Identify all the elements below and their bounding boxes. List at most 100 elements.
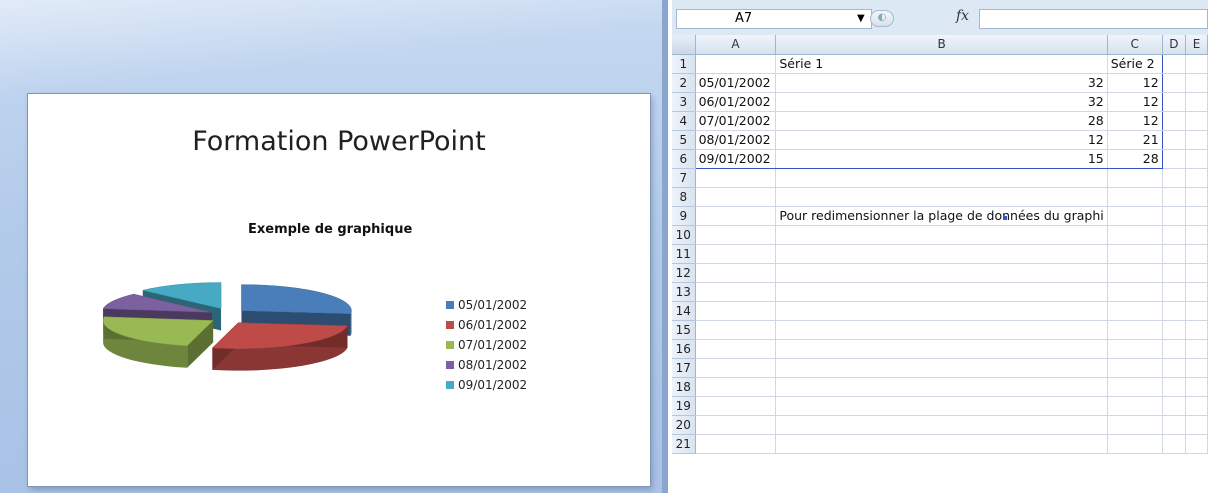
cell-e9[interactable] [1185,206,1208,226]
cell-e7[interactable] [1185,168,1208,188]
cell-e4[interactable] [1185,111,1208,131]
cell-e17[interactable] [1185,358,1208,378]
row-header[interactable]: 16 [672,339,696,359]
cell-e5[interactable] [1185,130,1208,150]
cell-b6[interactable]: 15 [775,149,1108,169]
cell-b4[interactable]: 28 [775,111,1108,131]
select-all-corner[interactable] [672,35,696,55]
row-header[interactable]: 20 [672,415,696,435]
cell-e13[interactable] [1185,282,1208,302]
name-box[interactable]: A7 ▼ [676,9,872,29]
cell-d19[interactable] [1162,396,1187,416]
legend-item[interactable]: 06/01/2002 [446,315,527,335]
column-header-e[interactable]: E [1185,35,1208,55]
cell-b16[interactable] [775,339,1108,359]
cell-b21[interactable] [775,434,1108,454]
cell-d4[interactable] [1162,111,1187,131]
cell-b1[interactable]: Série 1 [775,54,1108,74]
row-header[interactable]: 1 [672,54,696,74]
cell-d8[interactable] [1162,187,1187,207]
cell-b7[interactable] [775,168,1108,188]
cell-d2[interactable] [1162,73,1187,93]
cell-e19[interactable] [1185,396,1208,416]
cell-d12[interactable] [1162,263,1187,283]
cell-b9[interactable]: Pour redimensionner la plage de données … [775,206,1108,226]
cell-c21[interactable] [1107,434,1163,454]
cell-d15[interactable] [1162,320,1187,340]
cell-a5[interactable]: 08/01/2002 [694,130,777,150]
cell-e6[interactable] [1185,149,1208,169]
row-header[interactable]: 14 [672,301,696,321]
cell-c4[interactable]: 12 [1107,111,1163,131]
cell-b3[interactable]: 32 [775,92,1108,112]
cell-d16[interactable] [1162,339,1187,359]
cell-a2[interactable]: 05/01/2002 [694,73,777,93]
cell-b12[interactable] [775,263,1108,283]
row-header[interactable]: 10 [672,225,696,245]
cell-b18[interactable] [775,377,1108,397]
column-header-b[interactable]: B [775,35,1108,55]
cell-a7[interactable] [695,168,777,188]
legend-item[interactable]: 05/01/2002 [446,295,527,315]
cell-a19[interactable] [695,396,777,416]
chevron-down-icon[interactable]: ▼ [857,10,865,28]
cell-b20[interactable] [775,415,1108,435]
cell-e1[interactable] [1185,54,1208,74]
spreadsheet-grid[interactable]: ABCDE 1 Série 1 Série 2 2 05/01/2002 32 12 3 06/… [672,35,1208,454]
row-header[interactable]: 8 [672,187,696,207]
cell-b13[interactable] [775,282,1108,302]
cell-d14[interactable] [1162,301,1187,321]
cell-a8[interactable] [695,187,777,207]
range-resize-handle[interactable] [1003,216,1007,220]
cell-a18[interactable] [695,377,777,397]
cell-d17[interactable] [1162,358,1187,378]
cell-d18[interactable] [1162,377,1187,397]
cell-c18[interactable] [1107,377,1163,397]
row-header[interactable]: 11 [672,244,696,264]
cell-d1[interactable] [1162,54,1187,74]
column-header-d[interactable]: D [1162,35,1187,55]
row-header[interactable]: 4 [672,111,696,131]
row-header[interactable]: 5 [672,130,696,150]
cell-c7[interactable] [1107,168,1163,188]
cell-d10[interactable] [1162,225,1187,245]
cell-c12[interactable] [1107,263,1163,283]
cell-a1[interactable] [694,54,777,74]
cell-c6[interactable]: 28 [1107,149,1163,169]
cell-b10[interactable] [775,225,1108,245]
cell-a15[interactable] [695,320,777,340]
cell-b19[interactable] [775,396,1108,416]
column-header-c[interactable]: C [1107,35,1163,55]
cell-d7[interactable] [1162,168,1187,188]
cell-d20[interactable] [1162,415,1187,435]
cell-e18[interactable] [1185,377,1208,397]
cell-c9[interactable] [1107,206,1163,226]
cell-e21[interactable] [1185,434,1208,454]
cell-a6[interactable]: 09/01/2002 [694,149,777,169]
row-header[interactable]: 21 [672,434,696,454]
row-header[interactable]: 15 [672,320,696,340]
cell-a4[interactable]: 07/01/2002 [694,111,777,131]
row-header[interactable]: 17 [672,358,696,378]
cell-e3[interactable] [1185,92,1208,112]
cell-c19[interactable] [1107,396,1163,416]
cell-c3[interactable]: 12 [1107,92,1163,112]
cell-c16[interactable] [1107,339,1163,359]
formula-input[interactable] [979,9,1208,29]
cell-c11[interactable] [1107,244,1163,264]
legend-item[interactable]: 07/01/2002 [446,335,527,355]
cell-e12[interactable] [1185,263,1208,283]
row-header[interactable]: 2 [672,73,696,93]
cell-e8[interactable] [1185,187,1208,207]
legend-item[interactable]: 09/01/2002 [446,375,527,395]
cell-e20[interactable] [1185,415,1208,435]
cell-e2[interactable] [1185,73,1208,93]
cell-c2[interactable]: 12 [1107,73,1163,93]
cell-c1[interactable]: Série 2 [1107,54,1163,74]
cell-b11[interactable] [775,244,1108,264]
cell-b2[interactable]: 32 [775,73,1108,93]
pie-slice[interactable] [241,284,352,314]
cell-a13[interactable] [695,282,777,302]
cell-c13[interactable] [1107,282,1163,302]
cell-b8[interactable] [775,187,1108,207]
